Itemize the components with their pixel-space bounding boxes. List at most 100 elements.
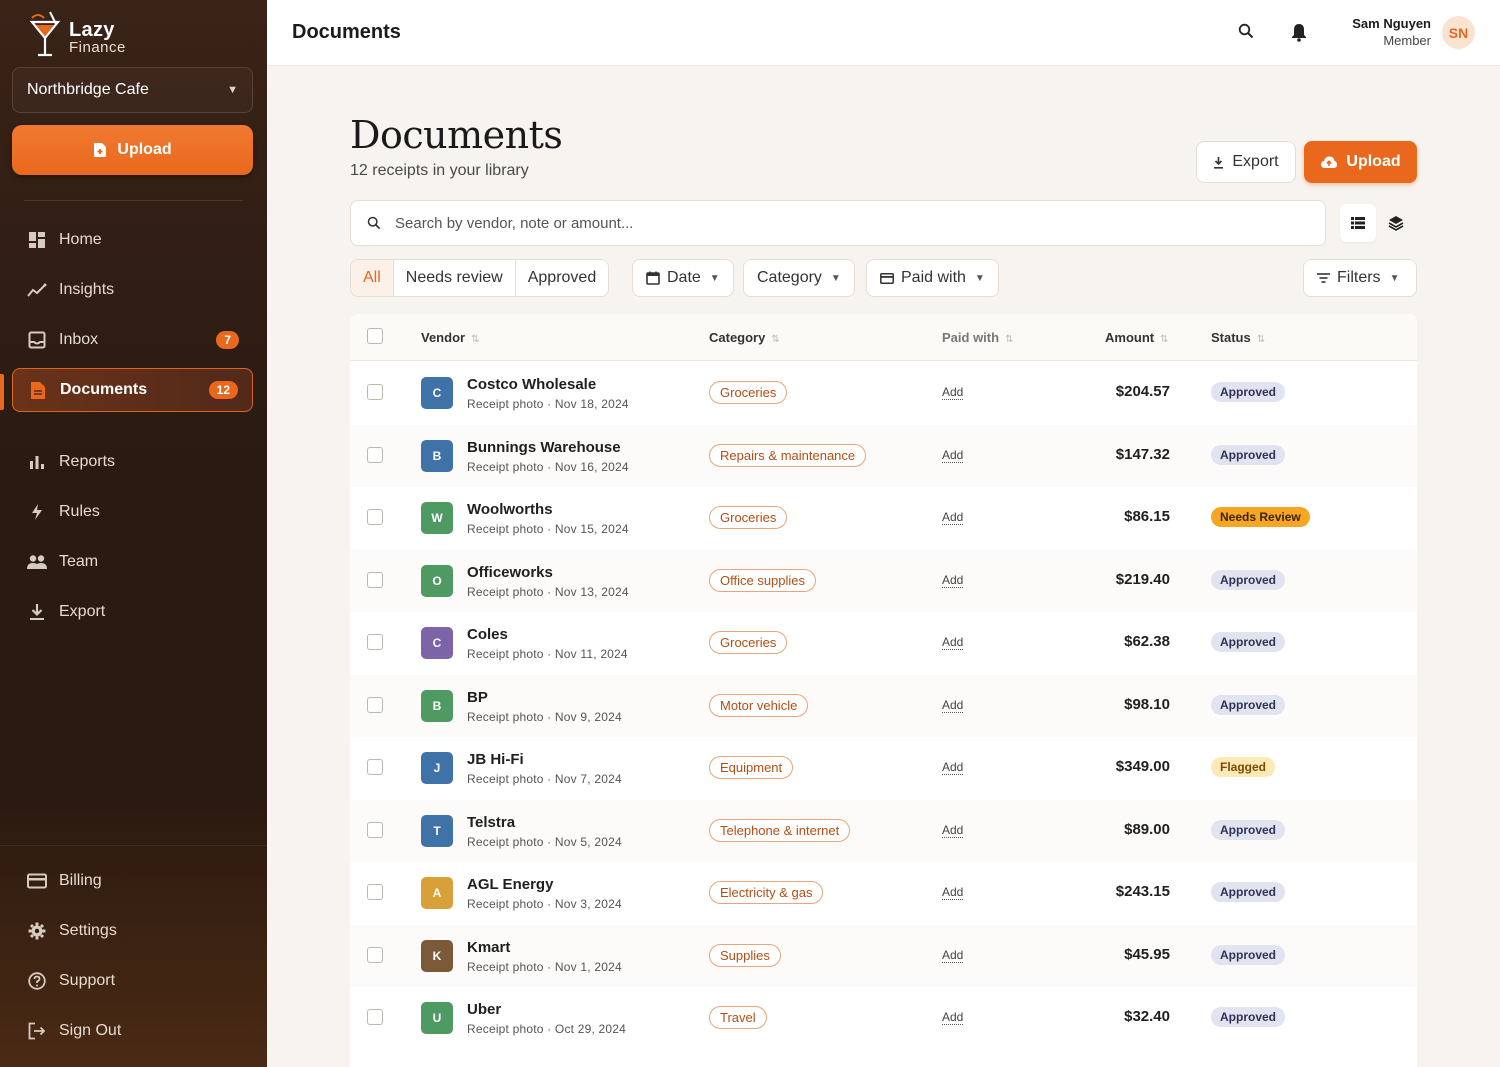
- search-icon[interactable]: [1238, 23, 1254, 44]
- status-badge: Approved: [1211, 819, 1286, 840]
- sidebar-item-reports[interactable]: Reports: [12, 440, 253, 484]
- row-checkbox[interactable]: [367, 634, 383, 650]
- vendor-name[interactable]: Uber: [467, 1001, 501, 1018]
- tab-all[interactable]: All: [351, 260, 394, 296]
- sort-icon: ⇅: [1160, 334, 1169, 345]
- table-row[interactable]: W Woolworths Receipt photo · Nov 15, 2024 G…: [350, 487, 1417, 550]
- add-payment-link[interactable]: Add: [942, 760, 964, 775]
- category-badge[interactable]: Telephone & internet: [709, 818, 851, 842]
- row-checkbox[interactable]: [367, 821, 383, 838]
- sidebar-item-sign-out[interactable]: Sign Out: [12, 1009, 253, 1053]
- column-vendor[interactable]: Vendor ⇅: [421, 330, 479, 345]
- vendor-avatar: B: [421, 439, 453, 472]
- sidebar-item-settings[interactable]: Settings: [12, 909, 253, 953]
- list-view-toggle[interactable]: [1340, 204, 1376, 242]
- row-checkbox[interactable]: [367, 946, 383, 963]
- vendor-name[interactable]: Woolworths: [467, 501, 553, 518]
- category-badge[interactable]: Groceries: [709, 381, 788, 404]
- tab-needs-review[interactable]: Needs review: [394, 260, 516, 296]
- vendor-name[interactable]: Bunnings Warehouse: [467, 439, 621, 456]
- paid-with-filter[interactable]: Paid with ▼: [866, 259, 999, 297]
- column-paid-with[interactable]: Paid with ⇅: [942, 330, 1013, 345]
- more-filters-button[interactable]: Filters ▼: [1303, 259, 1417, 297]
- sidebar-item-support[interactable]: Support: [12, 959, 253, 1003]
- add-payment-link[interactable]: Add: [942, 1010, 964, 1025]
- add-payment-link[interactable]: Add: [942, 698, 964, 713]
- export-button[interactable]: Export: [1196, 141, 1296, 183]
- add-payment-link[interactable]: Add: [942, 573, 964, 588]
- sidebar-item-rules[interactable]: Rules: [12, 490, 253, 534]
- category-badge[interactable]: Groceries: [709, 631, 788, 654]
- category-filter[interactable]: Category ▼: [743, 259, 855, 297]
- sidebar-item-team[interactable]: Team: [12, 540, 253, 584]
- upload-button[interactable]: Upload: [1304, 141, 1417, 183]
- logo-subtext: Finance: [69, 39, 126, 56]
- vendor-name[interactable]: Telstra: [467, 814, 515, 831]
- vendor-name[interactable]: Costco Wholesale: [467, 376, 596, 393]
- table-row[interactable]: J JB Hi-Fi Receipt photo · Nov 7, 2024 Equi…: [350, 737, 1417, 800]
- sidebar-item-home[interactable]: Home: [12, 218, 253, 262]
- add-payment-link[interactable]: Add: [942, 635, 964, 650]
- sidebar-upload-button[interactable]: Upload: [12, 125, 253, 175]
- organization-select[interactable]: Northbridge Cafe ▼: [12, 67, 253, 113]
- category-badge[interactable]: Equipment: [709, 756, 794, 779]
- row-checkbox[interactable]: [367, 759, 383, 775]
- stack-view-toggle[interactable]: [1380, 204, 1412, 242]
- row-checkbox[interactable]: [367, 384, 383, 400]
- amount: $89.00: [1124, 820, 1170, 838]
- sidebar-item-inbox[interactable]: Inbox 7: [12, 318, 253, 362]
- vendor-name[interactable]: Kmart: [467, 939, 510, 956]
- column-status[interactable]: Status ⇅: [1211, 330, 1265, 345]
- add-payment-link[interactable]: Add: [942, 885, 964, 900]
- amount: $349.00: [1115, 758, 1170, 775]
- category-badge[interactable]: Electricity & gas: [709, 881, 824, 904]
- tab-approved[interactable]: Approved: [516, 260, 608, 296]
- row-checkbox[interactable]: [367, 446, 383, 463]
- category-badge[interactable]: Supplies: [709, 943, 781, 967]
- table-row[interactable]: T Telstra Receipt photo · Nov 5, 2024 Telep…: [350, 799, 1417, 862]
- table-row[interactable]: A AGL Energy Receipt photo · Nov 3, 2024 El…: [350, 862, 1417, 925]
- vendor-name[interactable]: BP: [467, 689, 488, 706]
- vendor-name[interactable]: JB Hi-Fi: [467, 751, 524, 768]
- notification-bell-icon[interactable]: [1291, 22, 1307, 47]
- category-badge[interactable]: Office supplies: [709, 568, 817, 592]
- vendor-name[interactable]: Officeworks: [467, 564, 553, 581]
- table-row[interactable]: B Bunnings Warehouse Receipt photo · Nov 1…: [350, 424, 1417, 487]
- amount: $147.32: [1115, 445, 1170, 463]
- add-payment-link[interactable]: Add: [942, 385, 964, 400]
- add-payment-link[interactable]: Add: [942, 823, 964, 838]
- sidebar-item-label: Settings: [59, 922, 117, 939]
- sidebar-item-export[interactable]: Export: [12, 590, 253, 634]
- sidebar-item-billing[interactable]: Billing: [12, 859, 253, 903]
- row-checkbox[interactable]: [367, 1009, 383, 1025]
- sidebar-item-insights[interactable]: Insights: [12, 268, 253, 312]
- category-badge[interactable]: Travel: [709, 1006, 767, 1029]
- table-row[interactable]: C Coles Receipt photo · Nov 11, 2024 Grocer…: [350, 612, 1417, 675]
- add-payment-link[interactable]: Add: [942, 510, 964, 525]
- vendor-name[interactable]: Coles: [467, 626, 508, 643]
- category-badge[interactable]: Groceries: [709, 506, 788, 529]
- table-row[interactable]: U Uber Receipt photo · Oct 29, 2024 Travel A…: [350, 987, 1417, 1050]
- column-amount[interactable]: Amount ⇅: [1105, 330, 1169, 345]
- row-checkbox[interactable]: [367, 884, 383, 900]
- select-all-checkbox[interactable]: [367, 328, 383, 344]
- date-filter[interactable]: Date ▼: [632, 259, 734, 297]
- table-row[interactable]: O Officeworks Receipt photo · Nov 13, 2024…: [350, 549, 1417, 612]
- avatar[interactable]: SN: [1442, 16, 1475, 49]
- column-category[interactable]: Category ⇅: [709, 330, 780, 345]
- row-checkbox[interactable]: [367, 696, 383, 713]
- vendor-name[interactable]: AGL Energy: [467, 876, 553, 893]
- table-row[interactable]: C Costco Wholesale Receipt photo · Nov 18,…: [350, 362, 1417, 425]
- category-badge[interactable]: Motor vehicle: [709, 693, 809, 717]
- row-checkbox[interactable]: [367, 571, 383, 588]
- table-row[interactable]: K Kmart Receipt photo · Nov 1, 2024 Supplie…: [350, 924, 1417, 987]
- row-checkbox[interactable]: [367, 509, 383, 525]
- sidebar-item-documents[interactable]: Documents 12: [12, 368, 253, 412]
- search-input[interactable]: Search by vendor, note or amount...: [350, 200, 1326, 246]
- add-payment-link[interactable]: Add: [942, 448, 964, 463]
- app-logo[interactable]: Lazy Finance: [28, 10, 148, 60]
- add-payment-link[interactable]: Add: [942, 948, 964, 963]
- sidebar-item-label: Home: [59, 231, 102, 248]
- category-badge[interactable]: Repairs & maintenance: [709, 443, 867, 467]
- table-row[interactable]: B BP Receipt photo · Nov 9, 2024 Motor vehi…: [350, 674, 1417, 737]
